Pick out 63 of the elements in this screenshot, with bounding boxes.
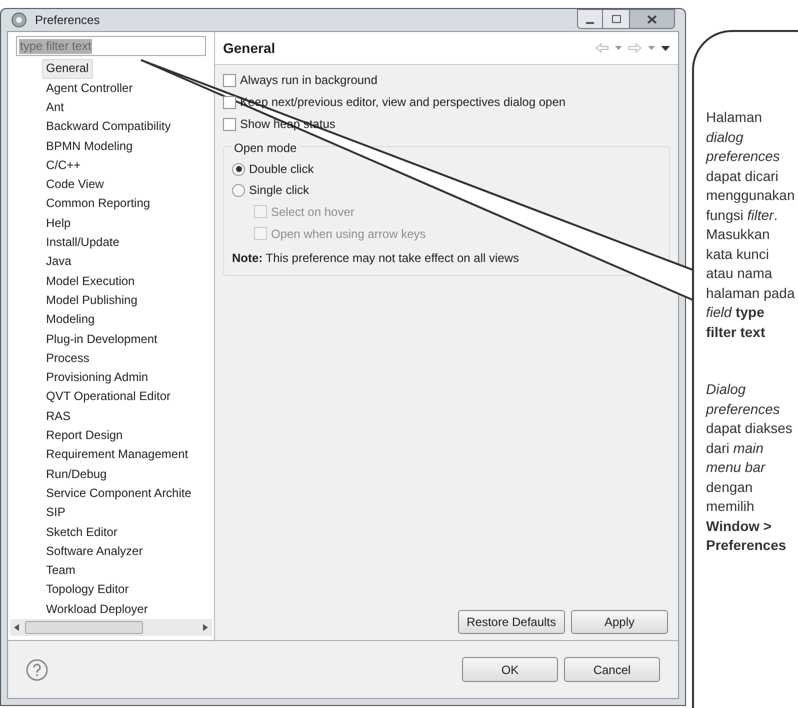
tree-item[interactable]: Workload Deployer: [42, 600, 152, 619]
tree-item[interactable]: Code View: [42, 175, 108, 194]
tree-item[interactable]: Run/Debug: [42, 464, 111, 484]
dialog-button[interactable]: Cancel: [564, 657, 660, 682]
tree-item[interactable]: Common Reporting: [42, 194, 154, 214]
tree-item[interactable]: BPMN Modeling: [42, 136, 137, 156]
dialog-button[interactable]: Restore Defaults: [458, 610, 565, 634]
tree-item[interactable]: Requirement Management: [42, 445, 192, 465]
scroll-left-icon[interactable]: [14, 624, 19, 631]
tree-item[interactable]: Install/Update: [42, 233, 124, 252]
tree-item[interactable]: RAS: [42, 406, 75, 426]
tree-item[interactable]: Model Publishing: [42, 290, 142, 310]
scroll-right-icon[interactable]: [203, 624, 208, 631]
tree-item[interactable]: SIP: [42, 503, 70, 523]
callout-text: Dialog preferences dapat diakses dari main menu bar dengan memilih Window > Preferences: [706, 380, 794, 555]
tree-item[interactable]: Service Component Archite: [42, 484, 196, 504]
checkbox[interactable]: [223, 74, 236, 87]
radio-label: Double click: [249, 161, 314, 178]
tree-item[interactable]: Modeling: [42, 310, 99, 330]
menu-caret-icon[interactable]: [661, 46, 670, 51]
tree-item[interactable]: Topology Editor: [42, 580, 133, 600]
tree-item[interactable]: Software Analyzer: [42, 542, 147, 562]
minimize-button[interactable]: [577, 9, 603, 29]
back-arrow-icon[interactable]: [595, 43, 609, 54]
checkbox[interactable]: [223, 118, 236, 131]
tree-item[interactable]: Model Execution: [42, 272, 139, 291]
dialog-button[interactable]: OK: [462, 657, 558, 682]
horizontal-scrollbar[interactable]: [10, 619, 212, 636]
tree-item[interactable]: Team: [42, 561, 80, 580]
note-text: Note: This preference may not take effect on all views: [232, 250, 520, 268]
window-title: Preferences: [35, 12, 100, 30]
tree-item[interactable]: Plug-in Development: [42, 330, 162, 349]
tree-item[interactable]: C/C++: [42, 156, 85, 176]
app-icon: [11, 12, 27, 28]
tree-item[interactable]: Provisioning Admin: [42, 368, 152, 388]
callout-text: Halaman dialog preferences dapat dicari menggunakan fungsi filter. Masukkan kata kunci atau nama halaman pada field type filter text: [706, 108, 796, 342]
option-label: Select on hover: [271, 204, 354, 221]
tree-item[interactable]: Java: [42, 252, 76, 272]
radio-label: Single click: [249, 182, 310, 200]
tree-item[interactable]: Sketch Editor: [42, 522, 122, 542]
tree-item[interactable]: Backward Compatibility: [42, 117, 175, 137]
tree-item[interactable]: Agent Controller: [42, 78, 137, 98]
forward-arrow-icon[interactable]: [628, 43, 642, 54]
option-label: Open when using arrow keys: [271, 226, 426, 243]
radio-button[interactable]: [232, 162, 245, 176]
tree-item[interactable]: Report Design: [42, 426, 127, 446]
close-button[interactable]: [629, 9, 675, 29]
dialog-button[interactable]: Apply: [571, 610, 668, 634]
scrollbar-thumb[interactable]: [25, 621, 143, 634]
tree-item[interactable]: Process: [42, 348, 94, 368]
tree-item[interactable]: General: [42, 59, 93, 79]
dropdown-caret-icon[interactable]: [615, 46, 622, 50]
page-title: General: [223, 38, 276, 58]
option-label: Always run in background: [240, 72, 378, 90]
help-icon[interactable]: [26, 658, 48, 680]
tree-item[interactable]: Help: [42, 214, 75, 234]
maximize-button[interactable]: [603, 9, 629, 29]
tree-item[interactable]: QVT Operational Editor: [42, 387, 175, 407]
close-icon: [647, 14, 657, 24]
radio-button[interactable]: [232, 184, 245, 197]
dropdown-caret-icon[interactable]: [648, 46, 655, 50]
tree-item[interactable]: Ant: [42, 98, 68, 118]
checkbox[interactable]: [223, 96, 236, 109]
